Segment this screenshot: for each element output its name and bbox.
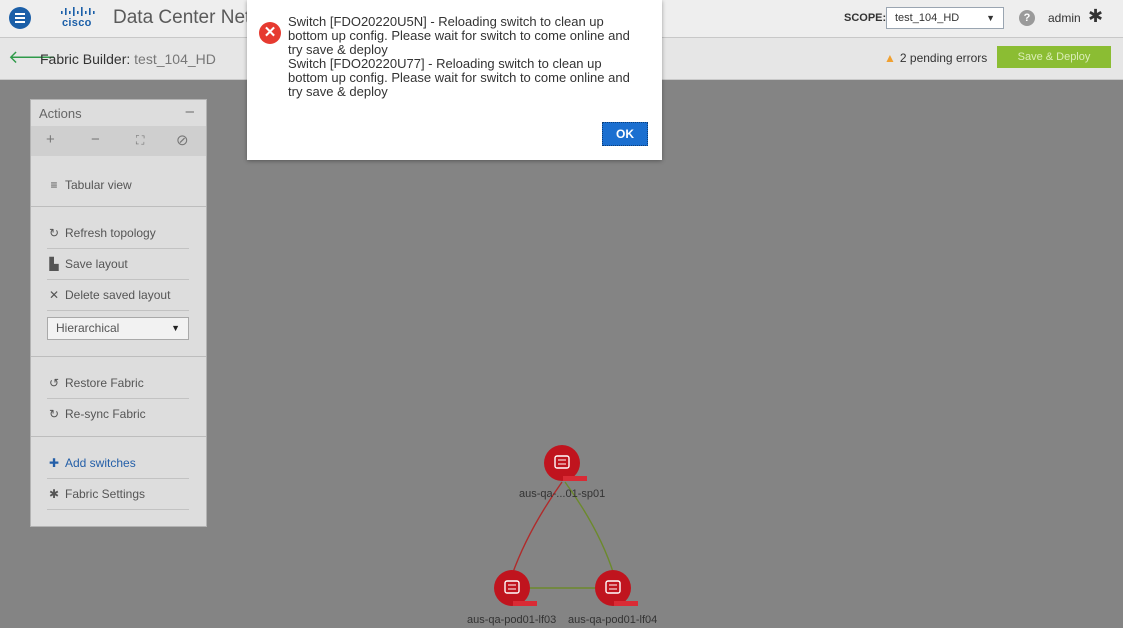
divider [31, 206, 206, 207]
resync-fabric-action[interactable]: ↻ Re-sync Fabric [47, 407, 189, 421]
switch-node-sp01[interactable] [544, 445, 587, 481]
divider [31, 356, 206, 357]
collapse-icon[interactable]: – [186, 103, 194, 120]
save-layout-action[interactable]: ▙ Save layout [47, 257, 189, 280]
error-dialog: ✕ Switch [FDO20220U5N] - Reloading switc… [247, 0, 662, 160]
dialog-message-line: Switch [FDO20220U5N] - Reloading switch … [288, 14, 630, 57]
list-icon: ≡ [50, 178, 58, 192]
actions-title: Actions [39, 106, 82, 121]
fabric-settings-action[interactable]: ✱ Fabric Settings [47, 487, 189, 510]
error-icon: ✕ [259, 22, 281, 44]
tabular-view-label: Tabular view [65, 178, 132, 192]
layout-select[interactable]: Hierarchical ▼ [47, 317, 189, 340]
zoom-toolbar: + − ⛶ ⊘ [31, 126, 206, 156]
plus-icon: ✚ [48, 456, 60, 470]
close-icon: ✕ [48, 288, 60, 302]
hide-icon[interactable]: ⊘ [176, 131, 189, 149]
refresh-topology-label: Refresh topology [65, 226, 156, 240]
add-switches-label: Add switches [65, 456, 136, 470]
delete-saved-layout-action[interactable]: ✕ Delete saved layout [47, 288, 189, 311]
ok-button[interactable]: OK [602, 122, 648, 146]
switch-node-lf04[interactable] [595, 570, 638, 606]
refresh-icon: ↻ [48, 407, 60, 421]
refresh-topology-action[interactable]: ↻ Refresh topology [47, 226, 189, 249]
gear-icon: ✱ [48, 487, 60, 501]
restore-fabric-label: Restore Fabric [65, 376, 144, 390]
chevron-down-icon: ▼ [171, 323, 180, 333]
refresh-icon: ↻ [48, 226, 60, 240]
resync-fabric-label: Re-sync Fabric [65, 407, 146, 421]
save-icon: ▙ [49, 257, 59, 271]
save-layout-label: Save layout [65, 257, 128, 271]
tabular-view-action[interactable]: ≡ Tabular view [47, 178, 189, 192]
node-label-sp01: aus-qa-...01-sp01 [519, 488, 606, 500]
add-switches-action[interactable]: ✚ Add switches [47, 456, 189, 479]
node-label-lf03: aus-qa-pod01-lf03 [467, 614, 557, 626]
node-label-lf04: aus-qa-pod01-lf04 [568, 614, 658, 626]
delete-saved-layout-label: Delete saved layout [65, 288, 171, 302]
fit-to-screen-icon[interactable]: ⛶ [136, 133, 144, 148]
divider [31, 436, 206, 437]
actions-header: Actions – [31, 100, 206, 126]
dialog-message-line: Switch [FDO20220U77] - Reloading switch … [288, 56, 630, 99]
zoom-in-icon[interactable]: + [46, 131, 55, 148]
actions-panel: Actions – + − ⛶ ⊘ ≡ Tabular view ↻ Refresh… [30, 99, 207, 527]
restore-icon: ↺ [48, 376, 60, 390]
fabric-settings-label: Fabric Settings [65, 487, 146, 501]
dialog-message: Switch [FDO20220U5N] - Reloading switch … [288, 15, 638, 99]
restore-fabric-action[interactable]: ↺ Restore Fabric [47, 376, 189, 399]
layout-value: Hierarchical [56, 321, 120, 335]
zoom-out-icon[interactable]: − [91, 131, 100, 148]
